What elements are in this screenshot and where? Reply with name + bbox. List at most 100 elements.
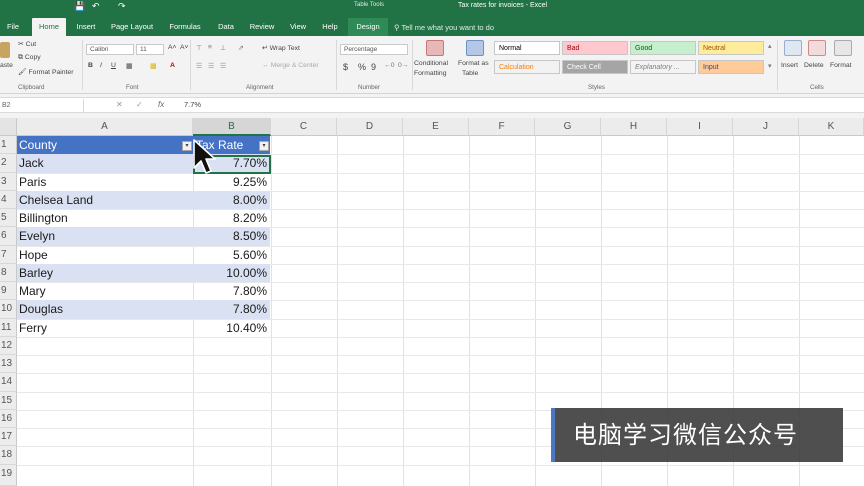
county-cell[interactable]: Billington <box>19 209 192 227</box>
row-header[interactable]: 11 <box>0 318 17 337</box>
insert-function-icon[interactable]: fx <box>158 100 164 109</box>
county-cell[interactable]: Hope <box>19 246 192 264</box>
column-header-e[interactable]: E <box>403 118 469 136</box>
tax-rate-cell[interactable]: 8.20% <box>194 209 269 227</box>
cut-button[interactable]: ✂ Cut <box>18 40 36 48</box>
row-header[interactable]: 13 <box>0 355 17 374</box>
tell-me-box[interactable]: ⚲ Tell me what you want to do <box>394 23 494 32</box>
style-good[interactable]: Good <box>630 41 696 55</box>
conditional-formatting-icon[interactable] <box>426 40 444 56</box>
county-cell[interactable]: Jack <box>19 154 192 172</box>
currency-button[interactable]: $ <box>343 62 348 72</box>
row-header[interactable]: 2 <box>0 154 17 173</box>
column-header-g[interactable]: G <box>535 118 601 136</box>
conditional-formatting-button[interactable]: Conditional <box>414 60 448 67</box>
align-left-icon[interactable]: ☰ <box>196 62 202 70</box>
style-normal[interactable]: Normal <box>494 41 560 55</box>
style-check-cell[interactable]: Check Cell <box>562 60 628 74</box>
row-header[interactable]: 18 <box>0 446 17 465</box>
row-header[interactable]: 1 <box>0 136 17 155</box>
insert-cells-icon[interactable] <box>784 40 802 56</box>
format-cells-icon[interactable] <box>834 40 852 56</box>
tax-rate-cell[interactable]: 7.80% <box>194 300 269 318</box>
format-as-table-icon[interactable] <box>466 40 484 56</box>
county-cell[interactable]: Mary <box>19 282 192 300</box>
align-center-icon[interactable]: ☰ <box>208 62 214 70</box>
tab-review[interactable]: Review <box>244 18 280 36</box>
tab-view[interactable]: View <box>284 18 312 36</box>
style-bad[interactable]: Bad <box>562 41 628 55</box>
row-header[interactable]: 19 <box>0 464 17 486</box>
format-as-table-button-2[interactable]: Table <box>462 70 478 77</box>
style-input[interactable]: Input <box>698 60 764 74</box>
font-family-select[interactable]: Calibri <box>86 44 134 55</box>
column-header-a[interactable]: A <box>17 118 193 136</box>
tab-home[interactable]: Home <box>32 18 66 36</box>
grow-font-icon[interactable]: A˄ <box>168 44 177 51</box>
formula-input[interactable]: 7.7% <box>184 100 201 109</box>
row-header[interactable]: 8 <box>0 263 17 282</box>
align-bottom-icon[interactable]: ⊥ <box>220 44 226 52</box>
column-header-j[interactable]: J <box>733 118 799 136</box>
orientation-icon[interactable]: ⇗ <box>238 44 244 52</box>
tax-rate-cell[interactable]: 8.50% <box>194 227 269 245</box>
column-header-b[interactable]: B <box>193 118 271 136</box>
select-all-corner[interactable] <box>0 118 17 136</box>
undo-icon[interactable]: ↶ <box>92 1 100 12</box>
cancel-icon[interactable]: ✕ <box>116 100 123 109</box>
tax-rate-cell[interactable]: 5.60% <box>194 246 269 264</box>
format-as-table-button[interactable]: Format as <box>458 60 489 67</box>
county-cell[interactable]: Ferry <box>19 319 192 337</box>
column-header-c[interactable]: C <box>271 118 337 136</box>
filter-dropdown-icon[interactable]: ▾ <box>259 141 269 151</box>
column-header-d[interactable]: D <box>337 118 403 136</box>
column-header-k[interactable]: K <box>799 118 864 136</box>
paste-icon[interactable] <box>0 42 10 58</box>
tab-data[interactable]: Data <box>212 18 240 36</box>
row-header[interactable]: 10 <box>0 300 17 319</box>
italic-icon[interactable]: I <box>100 62 102 69</box>
delete-cells-button[interactable]: Delete <box>804 62 824 69</box>
format-painter-button[interactable]: 🖌 Format Painter <box>18 68 73 76</box>
insert-cells-button[interactable]: Insert <box>781 62 798 69</box>
align-middle-icon[interactable]: ≡ <box>208 44 212 51</box>
tax-rate-cell[interactable]: 10.40% <box>194 319 269 337</box>
column-header-f[interactable]: F <box>469 118 535 136</box>
copy-button[interactable]: ⧉ Copy <box>18 54 41 62</box>
row-header[interactable]: 14 <box>0 373 17 392</box>
county-cell[interactable]: Douglas <box>19 300 192 318</box>
row-header[interactable]: 3 <box>0 172 17 191</box>
county-cell[interactable]: Evelyn <box>19 227 192 245</box>
tax-rate-cell[interactable]: 10.00% <box>194 264 269 282</box>
tax-rate-cell[interactable]: 7.80% <box>194 282 269 300</box>
row-header[interactable]: 5 <box>0 209 17 228</box>
font-color-icon[interactable]: A <box>170 62 175 69</box>
conditional-formatting-button-2[interactable]: Formatting <box>414 70 446 77</box>
style-neutral[interactable]: Neutral <box>698 41 764 55</box>
align-right-icon[interactable]: ☰ <box>220 62 226 70</box>
paste-button[interactable]: aste <box>0 62 13 69</box>
increase-decimal-icon[interactable]: ←0 <box>384 62 395 69</box>
fill-color-icon[interactable]: ▩ <box>150 62 156 70</box>
row-header[interactable]: 9 <box>0 282 17 301</box>
merge-center-button[interactable]: ↔ Merge & Center <box>262 62 319 69</box>
redo-icon[interactable]: ↷ <box>118 1 126 12</box>
percent-button[interactable]: % <box>358 62 366 72</box>
delete-cells-icon[interactable] <box>808 40 826 56</box>
format-cells-button[interactable]: Format <box>830 62 852 69</box>
style-explanatory[interactable]: Explanatory ... <box>630 60 696 74</box>
align-top-icon[interactable]: ⊤ <box>196 44 202 52</box>
tab-page-layout[interactable]: Page Layout <box>106 18 158 36</box>
row-header[interactable]: 12 <box>0 336 17 355</box>
comma-button[interactable]: 9 <box>371 62 376 72</box>
enter-icon[interactable]: ✓ <box>136 100 143 109</box>
wrap-text-button[interactable]: ↵ Wrap Text <box>262 44 300 52</box>
underline-icon[interactable]: U <box>111 62 116 69</box>
row-header[interactable]: 17 <box>0 428 17 447</box>
county-cell[interactable]: Paris <box>19 173 192 191</box>
number-format-select[interactable]: Percentage <box>340 44 408 55</box>
decrease-decimal-icon[interactable]: 0→ <box>398 62 409 69</box>
tab-formulas[interactable]: Formulas <box>162 18 208 36</box>
header-county[interactable]: County <box>19 136 192 154</box>
styles-scroll-up-icon[interactable]: ▴ <box>768 42 771 50</box>
